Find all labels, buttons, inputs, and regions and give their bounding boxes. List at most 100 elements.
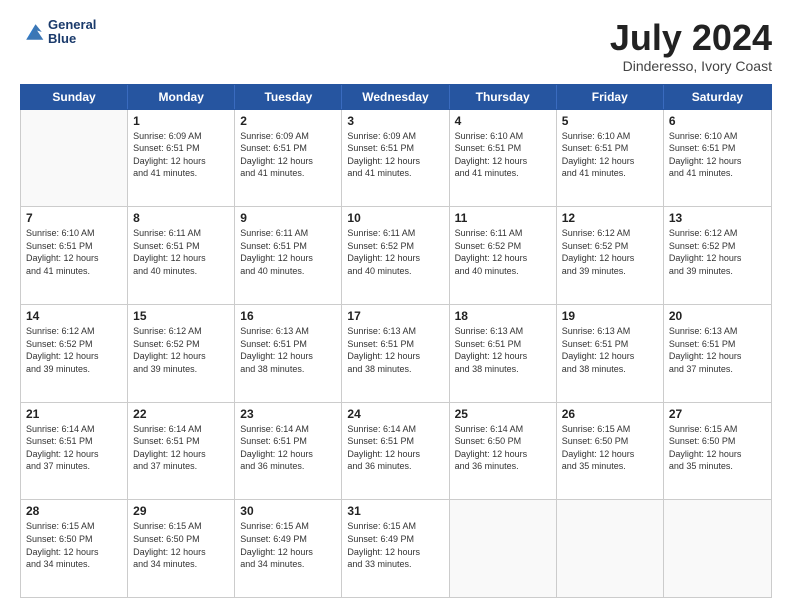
cell-daylight-info: Sunrise: 6:10 AM Sunset: 6:51 PM Dayligh…	[669, 130, 766, 180]
cell-date-number: 1	[133, 114, 229, 128]
calendar-row: 1 Sunrise: 6:09 AM Sunset: 6:51 PM Daylig…	[21, 110, 771, 208]
calendar-cell: 28 Sunrise: 6:15 AM Sunset: 6:50 PM Dayli…	[21, 500, 128, 597]
cell-date-number: 17	[347, 309, 443, 323]
calendar-cell	[450, 500, 557, 597]
calendar-cell: 10 Sunrise: 6:11 AM Sunset: 6:52 PM Dayli…	[342, 207, 449, 304]
cell-date-number: 9	[240, 211, 336, 225]
calendar-day-header: Tuesday	[235, 85, 342, 109]
cell-date-number: 28	[26, 504, 122, 518]
cell-date-number: 21	[26, 407, 122, 421]
cell-date-number: 15	[133, 309, 229, 323]
month-title: July 2024	[610, 18, 772, 58]
calendar-cell: 9 Sunrise: 6:11 AM Sunset: 6:51 PM Daylig…	[235, 207, 342, 304]
cell-date-number: 26	[562, 407, 658, 421]
cell-date-number: 16	[240, 309, 336, 323]
cell-date-number: 23	[240, 407, 336, 421]
cell-daylight-info: Sunrise: 6:14 AM Sunset: 6:51 PM Dayligh…	[133, 423, 229, 473]
cell-date-number: 19	[562, 309, 658, 323]
calendar-cell: 6 Sunrise: 6:10 AM Sunset: 6:51 PM Daylig…	[664, 110, 771, 207]
cell-daylight-info: Sunrise: 6:11 AM Sunset: 6:51 PM Dayligh…	[240, 227, 336, 277]
cell-daylight-info: Sunrise: 6:15 AM Sunset: 6:49 PM Dayligh…	[240, 520, 336, 570]
cell-daylight-info: Sunrise: 6:13 AM Sunset: 6:51 PM Dayligh…	[562, 325, 658, 375]
cell-daylight-info: Sunrise: 6:10 AM Sunset: 6:51 PM Dayligh…	[26, 227, 122, 277]
calendar-cell: 2 Sunrise: 6:09 AM Sunset: 6:51 PM Daylig…	[235, 110, 342, 207]
calendar-cell: 16 Sunrise: 6:13 AM Sunset: 6:51 PM Dayli…	[235, 305, 342, 402]
cell-daylight-info: Sunrise: 6:12 AM Sunset: 6:52 PM Dayligh…	[133, 325, 229, 375]
cell-date-number: 20	[669, 309, 766, 323]
calendar-cell: 24Sunrise: 6:14 AM Sunset: 6:51 PM Dayli…	[342, 403, 449, 500]
calendar-cell: 25Sunrise: 6:14 AM Sunset: 6:50 PM Dayli…	[450, 403, 557, 500]
page-header: General Blue July 2024 Dinderesso, Ivory…	[20, 18, 772, 74]
cell-date-number: 4	[455, 114, 551, 128]
calendar-cell: 23 Sunrise: 6:14 AM Sunset: 6:51 PM Dayli…	[235, 403, 342, 500]
cell-daylight-info: Sunrise: 6:14 AM Sunset: 6:51 PM Dayligh…	[26, 423, 122, 473]
cell-daylight-info: Sunrise: 6:14 AM Sunset: 6:50 PM Dayligh…	[455, 423, 551, 473]
cell-date-number: 7	[26, 211, 122, 225]
calendar-day-header: Wednesday	[342, 85, 449, 109]
calendar-row: 28 Sunrise: 6:15 AM Sunset: 6:50 PM Dayli…	[21, 500, 771, 597]
location: Dinderesso, Ivory Coast	[610, 58, 772, 74]
calendar-cell: 15 Sunrise: 6:12 AM Sunset: 6:52 PM Dayli…	[128, 305, 235, 402]
calendar: SundayMondayTuesdayWednesdayThursdayFrid…	[20, 84, 772, 598]
cell-daylight-info: Sunrise: 6:15 AM Sunset: 6:50 PM Dayligh…	[133, 520, 229, 570]
cell-date-number: 24	[347, 407, 443, 421]
cell-daylight-info: Sunrise: 6:11 AM Sunset: 6:52 PM Dayligh…	[455, 227, 551, 277]
logo-icon	[20, 18, 48, 46]
calendar-cell: 31Sunrise: 6:15 AM Sunset: 6:49 PM Dayli…	[342, 500, 449, 597]
calendar-day-header: Sunday	[21, 85, 128, 109]
cell-daylight-info: Sunrise: 6:10 AM Sunset: 6:51 PM Dayligh…	[562, 130, 658, 180]
calendar-cell: 5 Sunrise: 6:10 AM Sunset: 6:51 PM Daylig…	[557, 110, 664, 207]
calendar-cell: 29 Sunrise: 6:15 AM Sunset: 6:50 PM Dayli…	[128, 500, 235, 597]
cell-daylight-info: Sunrise: 6:13 AM Sunset: 6:51 PM Dayligh…	[240, 325, 336, 375]
calendar-cell: 20 Sunrise: 6:13 AM Sunset: 6:51 PM Dayli…	[664, 305, 771, 402]
logo-text: General Blue	[48, 18, 96, 47]
cell-date-number: 22	[133, 407, 229, 421]
calendar-cell: 27Sunrise: 6:15 AM Sunset: 6:50 PM Dayli…	[664, 403, 771, 500]
logo: General Blue	[20, 18, 96, 47]
cell-date-number: 10	[347, 211, 443, 225]
calendar-header: SundayMondayTuesdayWednesdayThursdayFrid…	[20, 84, 772, 110]
cell-daylight-info: Sunrise: 6:12 AM Sunset: 6:52 PM Dayligh…	[669, 227, 766, 277]
calendar-row: 21 Sunrise: 6:14 AM Sunset: 6:51 PM Dayli…	[21, 403, 771, 501]
cell-date-number: 29	[133, 504, 229, 518]
cell-date-number: 8	[133, 211, 229, 225]
cell-date-number: 5	[562, 114, 658, 128]
cell-daylight-info: Sunrise: 6:12 AM Sunset: 6:52 PM Dayligh…	[562, 227, 658, 277]
cell-date-number: 12	[562, 211, 658, 225]
calendar-day-header: Thursday	[450, 85, 557, 109]
calendar-cell: 13Sunrise: 6:12 AM Sunset: 6:52 PM Dayli…	[664, 207, 771, 304]
cell-date-number: 2	[240, 114, 336, 128]
calendar-row: 7 Sunrise: 6:10 AM Sunset: 6:51 PM Daylig…	[21, 207, 771, 305]
cell-date-number: 18	[455, 309, 551, 323]
cell-daylight-info: Sunrise: 6:15 AM Sunset: 6:50 PM Dayligh…	[562, 423, 658, 473]
calendar-cell: 7 Sunrise: 6:10 AM Sunset: 6:51 PM Daylig…	[21, 207, 128, 304]
calendar-cell	[557, 500, 664, 597]
calendar-cell: 8Sunrise: 6:11 AM Sunset: 6:51 PM Daylig…	[128, 207, 235, 304]
calendar-cell: 1Sunrise: 6:09 AM Sunset: 6:51 PM Daylig…	[128, 110, 235, 207]
calendar-cell: 4 Sunrise: 6:10 AM Sunset: 6:51 PM Daylig…	[450, 110, 557, 207]
cell-daylight-info: Sunrise: 6:14 AM Sunset: 6:51 PM Dayligh…	[240, 423, 336, 473]
cell-daylight-info: Sunrise: 6:09 AM Sunset: 6:51 PM Dayligh…	[240, 130, 336, 180]
cell-date-number: 6	[669, 114, 766, 128]
calendar-body: 1 Sunrise: 6:09 AM Sunset: 6:51 PM Daylig…	[20, 110, 772, 598]
calendar-cell: 11 Sunrise: 6:11 AM Sunset: 6:52 PM Dayli…	[450, 207, 557, 304]
calendar-cell: 22 Sunrise: 6:14 AM Sunset: 6:51 PM Dayli…	[128, 403, 235, 500]
calendar-cell: 17Sunrise: 6:13 AM Sunset: 6:51 PM Dayli…	[342, 305, 449, 402]
cell-daylight-info: Sunrise: 6:13 AM Sunset: 6:51 PM Dayligh…	[455, 325, 551, 375]
calendar-cell: 19 Sunrise: 6:13 AM Sunset: 6:51 PM Dayli…	[557, 305, 664, 402]
cell-daylight-info: Sunrise: 6:15 AM Sunset: 6:50 PM Dayligh…	[26, 520, 122, 570]
cell-daylight-info: Sunrise: 6:12 AM Sunset: 6:52 PM Dayligh…	[26, 325, 122, 375]
cell-date-number: 31	[347, 504, 443, 518]
calendar-cell: 3 Sunrise: 6:09 AM Sunset: 6:51 PM Daylig…	[342, 110, 449, 207]
cell-date-number: 11	[455, 211, 551, 225]
cell-daylight-info: Sunrise: 6:13 AM Sunset: 6:51 PM Dayligh…	[669, 325, 766, 375]
calendar-cell: 21 Sunrise: 6:14 AM Sunset: 6:51 PM Dayli…	[21, 403, 128, 500]
calendar-cell: 12 Sunrise: 6:12 AM Sunset: 6:52 PM Dayli…	[557, 207, 664, 304]
calendar-cell: 18 Sunrise: 6:13 AM Sunset: 6:51 PM Dayli…	[450, 305, 557, 402]
cell-daylight-info: Sunrise: 6:10 AM Sunset: 6:51 PM Dayligh…	[455, 130, 551, 180]
cell-daylight-info: Sunrise: 6:11 AM Sunset: 6:52 PM Dayligh…	[347, 227, 443, 277]
cell-date-number: 3	[347, 114, 443, 128]
cell-daylight-info: Sunrise: 6:09 AM Sunset: 6:51 PM Dayligh…	[347, 130, 443, 180]
calendar-cell: 26 Sunrise: 6:15 AM Sunset: 6:50 PM Dayli…	[557, 403, 664, 500]
calendar-day-header: Monday	[128, 85, 235, 109]
